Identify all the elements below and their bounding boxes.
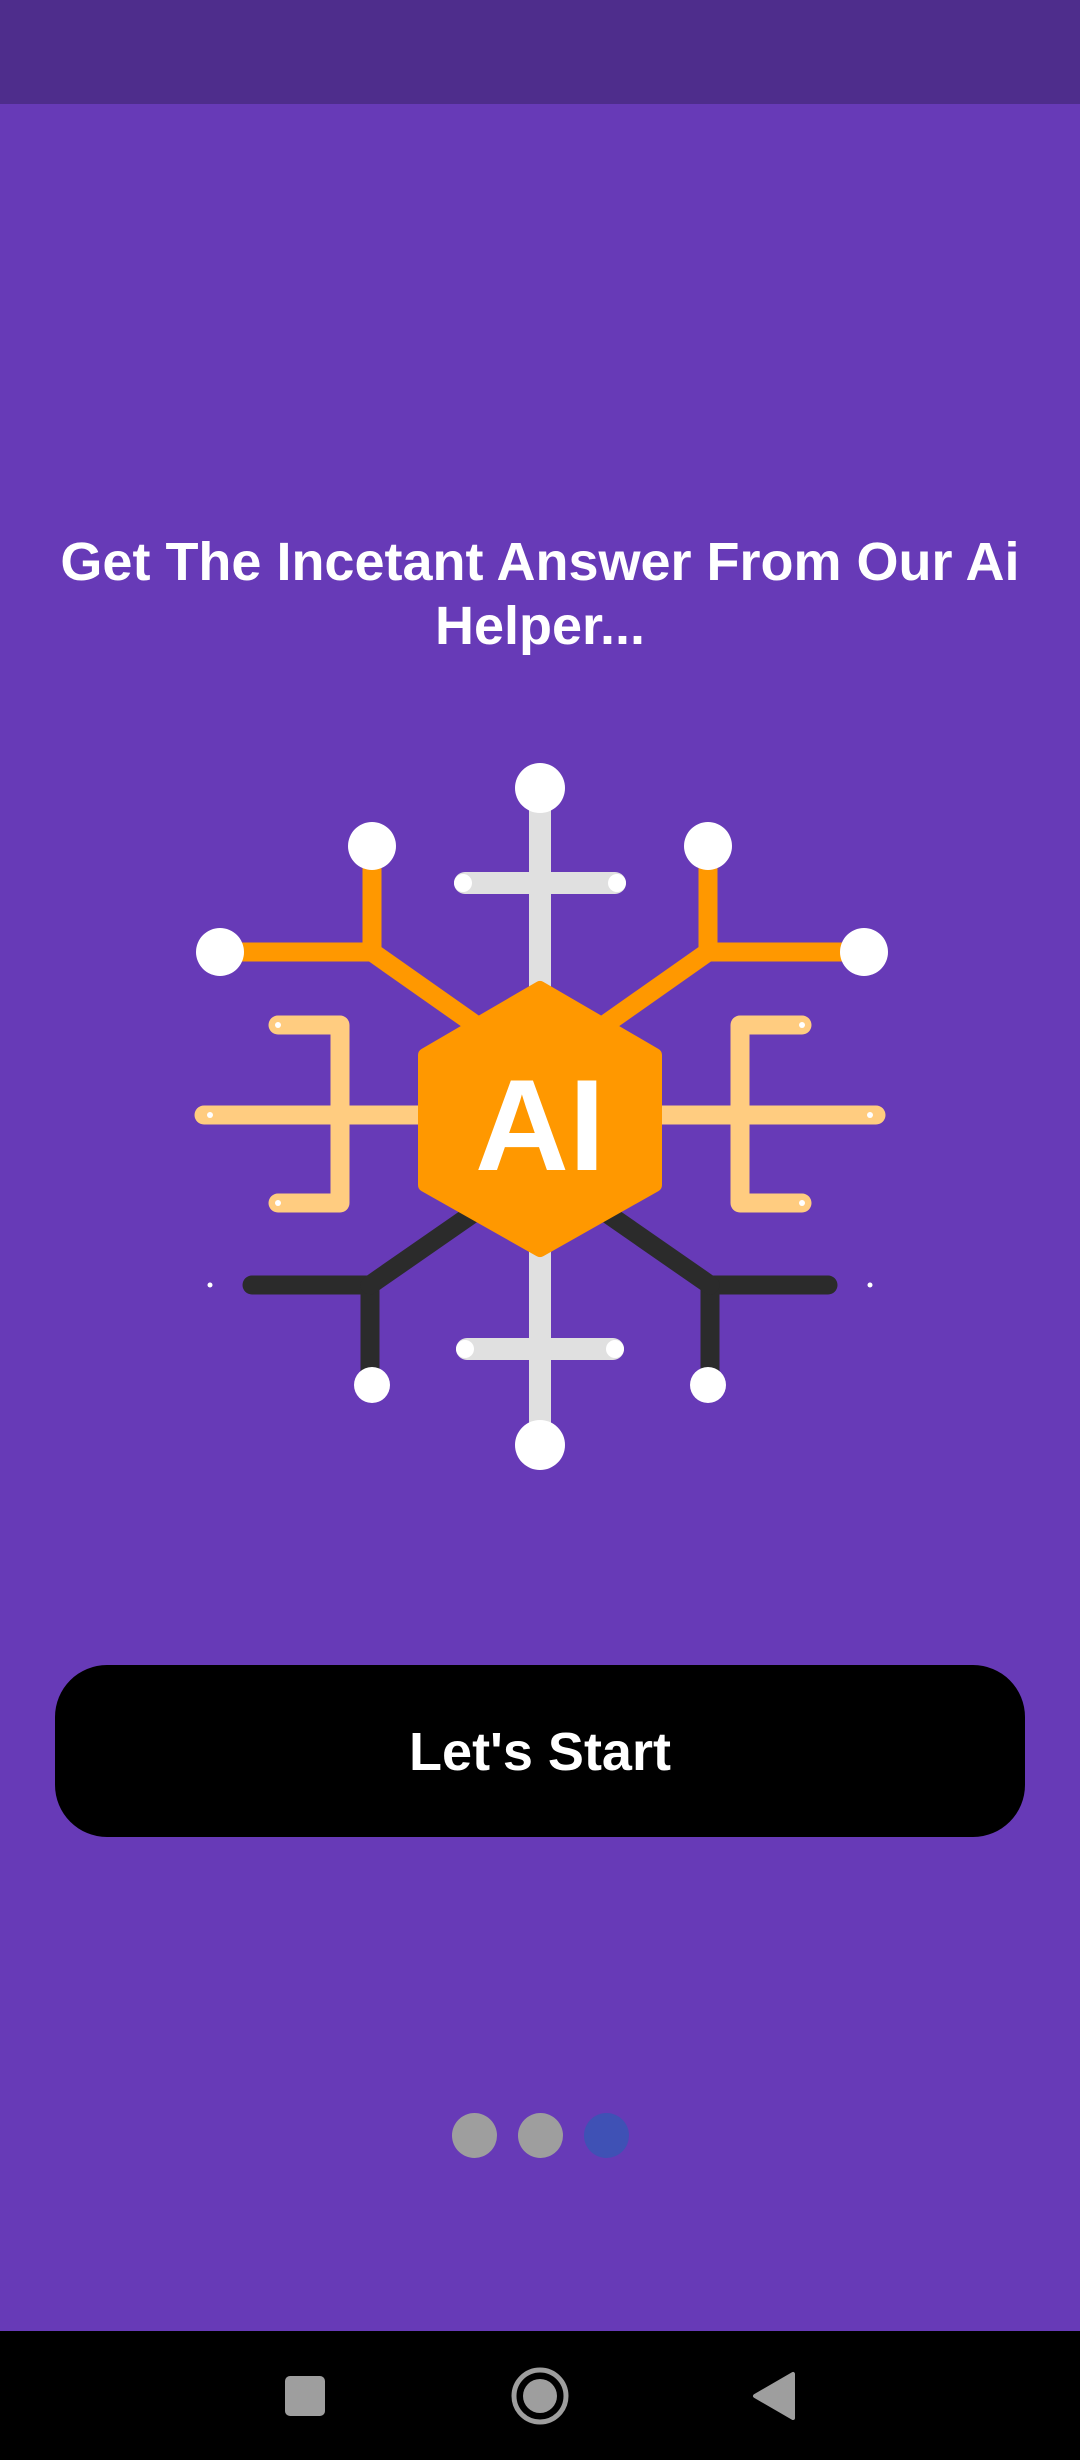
circle-home-icon	[511, 2367, 569, 2425]
page-dot-2[interactable]	[517, 2113, 563, 2158]
system-navigation-bar	[0, 2331, 1080, 2460]
home-button[interactable]	[500, 2356, 580, 2436]
triangle-back-icon	[753, 2372, 795, 2420]
square-icon	[285, 2376, 325, 2416]
recents-button[interactable]	[265, 2356, 345, 2436]
ai-network-illustration: AI	[180, 750, 900, 1480]
page-dot-3-active[interactable]	[583, 2113, 629, 2158]
status-bar	[0, 0, 1080, 104]
ai-center-label: AI	[475, 1052, 605, 1198]
page-indicator	[0, 2113, 1080, 2159]
back-button[interactable]	[735, 2356, 815, 2436]
page-dot-1[interactable]	[451, 2113, 497, 2158]
onboarding-headline: Get The Incetant Answer From Our Ai Help…	[60, 532, 1020, 656]
lets-start-button[interactable]: Let's Start	[55, 1665, 1025, 1837]
